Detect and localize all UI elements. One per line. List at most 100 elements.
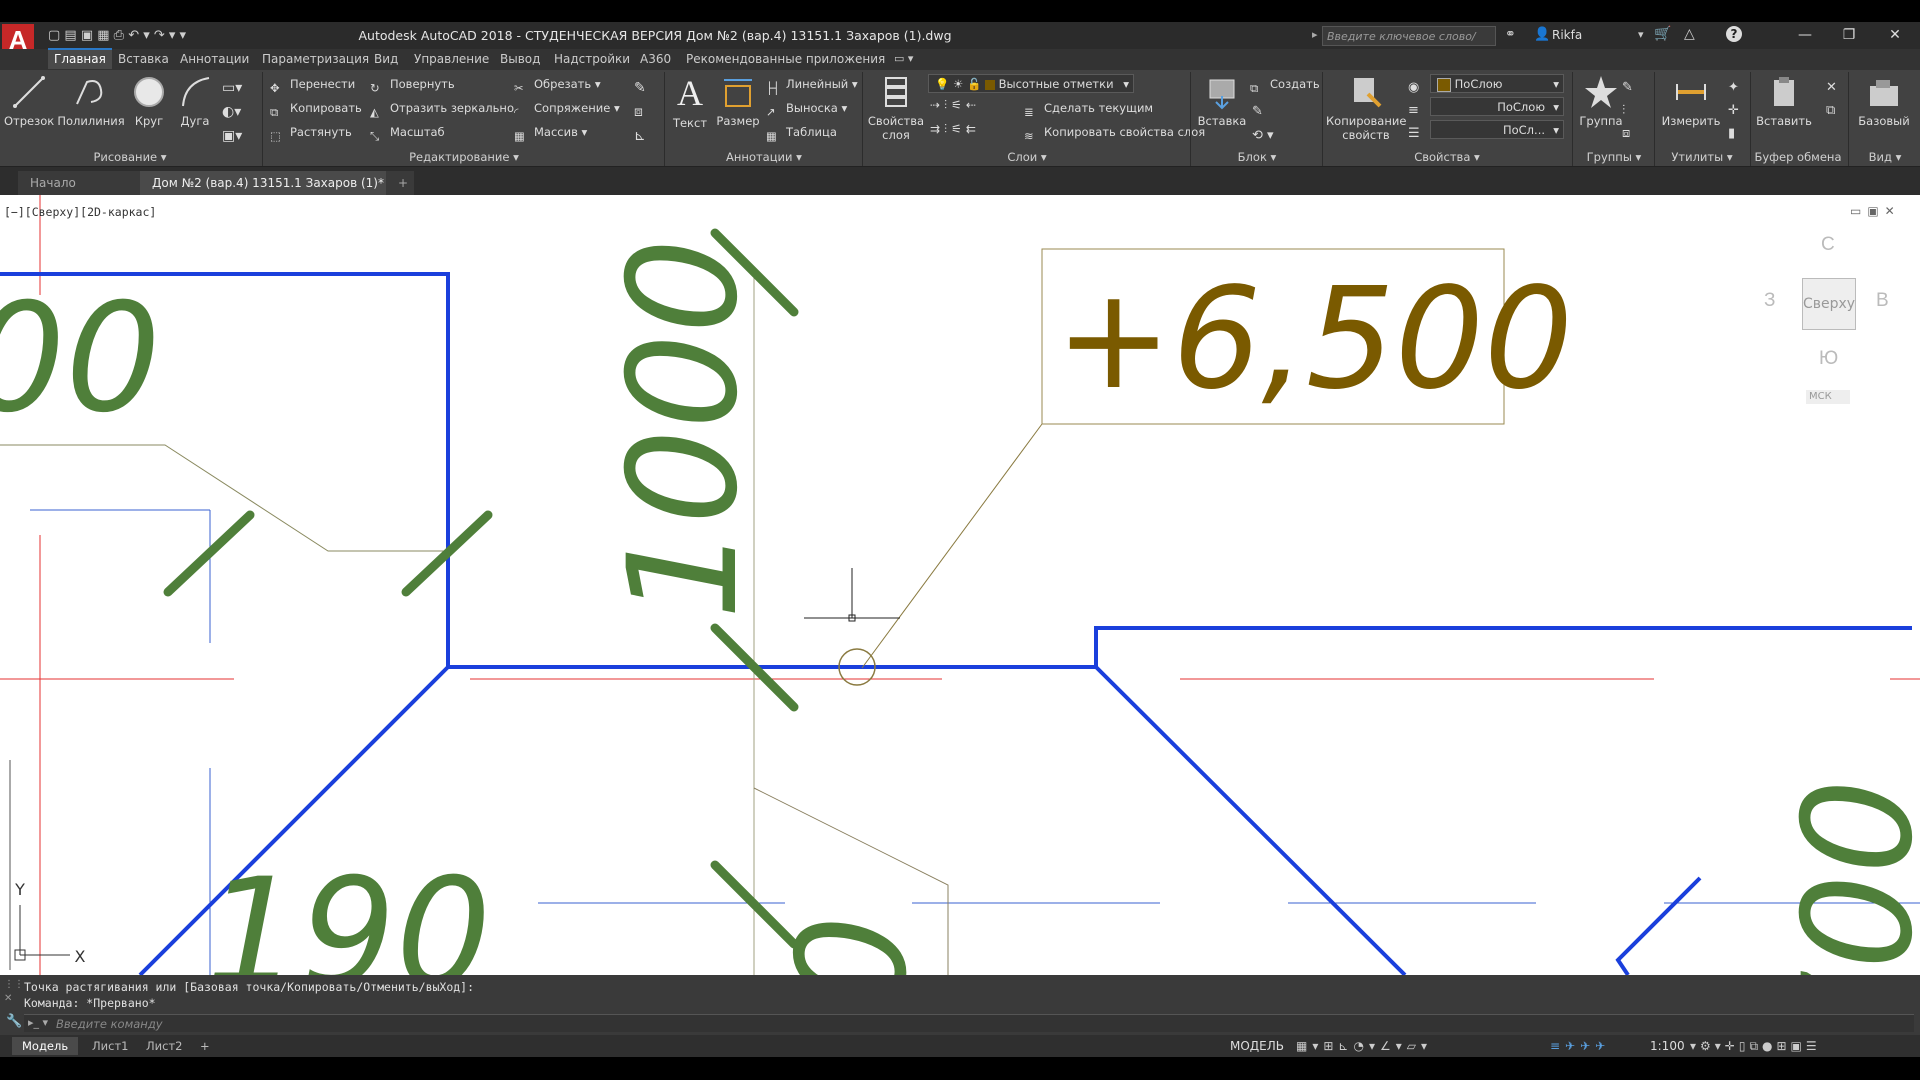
ucs-menu[interactable]: МСК [1806,390,1850,404]
view-panel-title[interactable]: Вид ▾ [1850,148,1920,166]
viewport-controls[interactable]: [−][Сверху][2D-каркас] [4,205,156,219]
trim-button[interactable]: ✂ Обрезать ▾ [514,74,601,95]
tab-output[interactable]: Вывод [494,50,546,69]
create-block-button[interactable]: ⧉ Создать [1250,74,1320,95]
drawing-svg[interactable]: +6,500 00 1000 190 0 700 Y X [0,195,1920,1065]
circle-button[interactable]: Круг [126,74,172,128]
lineweight-dropdown[interactable]: ПоСл... ▾ [1430,120,1564,139]
dimension-text[interactable]: 700 [1772,779,1920,1065]
wall-outline[interactable] [1615,876,1702,977]
close-button[interactable]: ✕ [1872,22,1918,49]
command-window-grip[interactable]: ⋮⋮ ✕ [4,978,24,1006]
clipboard-panel-title[interactable]: Буфер обмена [1750,148,1846,166]
viewport-window-controls[interactable]: ▭▣✕ [1850,204,1901,218]
scale-button[interactable]: ⤡ Масштаб [370,122,445,143]
table-button[interactable]: ▦ Таблица [766,122,837,143]
linetype-dropdown[interactable]: ПоСлою ▾ [1430,97,1564,116]
arc-button[interactable]: Дуга [172,74,218,128]
new-tab-button[interactable]: + [386,171,414,195]
command-input[interactable]: Введите команду [24,1014,1914,1032]
elevation-text[interactable]: +6,500 [1055,258,1573,421]
properties-panel-title[interactable]: Свойства ▾ [1324,148,1570,166]
user-name[interactable]: Rikfa [1552,28,1582,42]
binoculars-icon[interactable]: ⚭ [1505,27,1516,42]
move-button[interactable]: ✥ Перенести [270,74,355,95]
insert-block-button[interactable]: Вставка [1194,74,1250,128]
layer-tools-row1[interactable]: ⇢⫶⚟⇠ [930,98,980,113]
group-button[interactable]: Группа [1576,74,1626,128]
viewcube-west[interactable]: З [1764,290,1775,312]
help-search-input[interactable]: Введите ключевое слово/фразу [1322,26,1496,63]
stretch-button[interactable]: ⬚ Растянуть [270,122,352,143]
tab-start[interactable]: Начало [18,171,156,195]
status-tools-right[interactable]: ▾⚙▾✛▯⧉●⊞▣☰ [1690,1038,1821,1054]
viewcube-south[interactable]: Ю [1819,348,1838,370]
match-properties-button[interactable]: Копирование свойств [1326,74,1406,142]
utilities-panel-title[interactable]: Утилиты ▾ [1654,148,1750,166]
polyline-button[interactable]: Полилиния [56,74,126,128]
status-toggles[interactable]: ▦▾⊞⊾◔▾∠▾▱▾ [1296,1038,1432,1054]
tab-parametric[interactable]: Параметризация [256,50,375,69]
block-extra-tools[interactable]: ✎ ⟲ ▾ [1252,100,1274,148]
tab-view[interactable]: Вид [368,50,404,69]
leader-button[interactable]: ↗ Выноска ▾ [766,98,847,119]
wall-outline[interactable] [1094,665,1407,977]
status-toggles-active[interactable]: ≡✈✈✈ [1550,1038,1610,1054]
rotate-button[interactable]: ↻ Повернуть [370,74,455,95]
utilities-extra-tools[interactable]: ✦ ✛ ▮ [1728,76,1739,145]
draw-extra-tools[interactable]: ▭▾ ◐▾ ▣▾ [222,76,252,148]
user-dropdown-icon[interactable]: ▾ [1638,28,1644,41]
groups-panel-title[interactable]: Группы ▾ [1574,148,1654,166]
modify-panel-title[interactable]: Редактирование ▾ [264,148,664,166]
dimension-text[interactable]: 1000 [597,238,771,620]
dimension-button[interactable]: Размер [714,74,762,128]
ribbon-toggle-icon[interactable]: ▭ ▾ [894,52,913,65]
tab-a360[interactable]: A360 [634,50,677,69]
drawing-canvas[interactable]: +6,500 00 1000 190 0 700 Y X [0,195,1920,1065]
a360-icon[interactable]: △ [1684,26,1695,42]
viewcube-north[interactable]: С [1821,234,1835,256]
wall-outline[interactable] [0,272,1912,669]
copy-button[interactable]: ⧉ Копировать [270,98,362,119]
expand-arrow-icon[interactable]: ▸ [1312,28,1318,41]
cart-icon[interactable]: 🛒 [1654,26,1671,42]
tab-insert[interactable]: Вставка [112,50,175,69]
layer-dropdown[interactable]: 💡 ☀ 🔓 Высотные отметки ▾ [928,74,1134,93]
fillet-button[interactable]: ◜ Сопряжение ▾ [514,98,620,119]
dimension-text[interactable]: 00 [0,272,161,446]
clipboard-extra-tools[interactable]: ✕ ⧉ [1826,76,1837,122]
layers-panel-title[interactable]: Слои ▾ [864,148,1190,166]
annotation-panel-title[interactable]: Аннотации ▾ [666,148,862,166]
draw-panel-title[interactable]: Рисование ▾ [0,148,260,166]
group-extra-tools[interactable]: ✎ ⫶ ⧈ [1622,76,1633,145]
layout-tab-sheet1[interactable]: Лист1 [82,1037,138,1055]
tab-manage[interactable]: Управление [408,50,495,69]
help-icon[interactable]: ? [1726,26,1742,42]
user-icon[interactable]: 👤 [1534,27,1550,42]
restore-button[interactable]: ❐ [1826,22,1872,49]
base-view-button[interactable]: Базовый [1852,74,1916,128]
color-dropdown[interactable]: ПоСлою ▾ [1430,74,1564,93]
tab-drawing[interactable]: Дом №2 (вар.4) 13151.1 Захаров (1)* ✕ [140,171,402,214]
dimension-text[interactable]: 0 [759,915,933,1010]
line-button[interactable]: Отрезок [4,74,54,128]
modify-extra-tools[interactable]: ✎ ⧈ ⊾ [634,76,646,148]
tab-featured-apps[interactable]: Рекомендованные приложения [680,50,891,69]
annotation-scale[interactable]: 1:100 [1650,1038,1685,1054]
make-current-button[interactable]: ≣ Сделать текущим [1024,98,1153,119]
layer-tools-row2[interactable]: ⇉⫶⚟⇇ [930,122,980,137]
text-button[interactable]: A Текст [668,74,712,130]
wrench-icon[interactable]: 🔧 [6,1014,22,1029]
tab-home[interactable]: Главная [48,48,112,69]
array-button[interactable]: ▦ Массив ▾ [514,122,587,143]
add-layout-button[interactable]: + [190,1037,220,1055]
match-layer-button[interactable]: ≋ Копировать свойства слоя [1024,122,1205,143]
measure-button[interactable]: Измерить [1656,74,1726,128]
tab-annotate[interactable]: Аннотации [174,50,255,69]
dimension-text[interactable]: 190 [205,847,491,1021]
linear-dim-button[interactable]: ├┤ Линейный ▾ [766,74,858,95]
viewcube-top-face[interactable]: Сверху [1802,278,1856,330]
minimize-button[interactable]: — [1782,22,1828,49]
viewcube-east[interactable]: В [1876,290,1889,312]
paste-button[interactable]: Вставить [1752,74,1816,128]
